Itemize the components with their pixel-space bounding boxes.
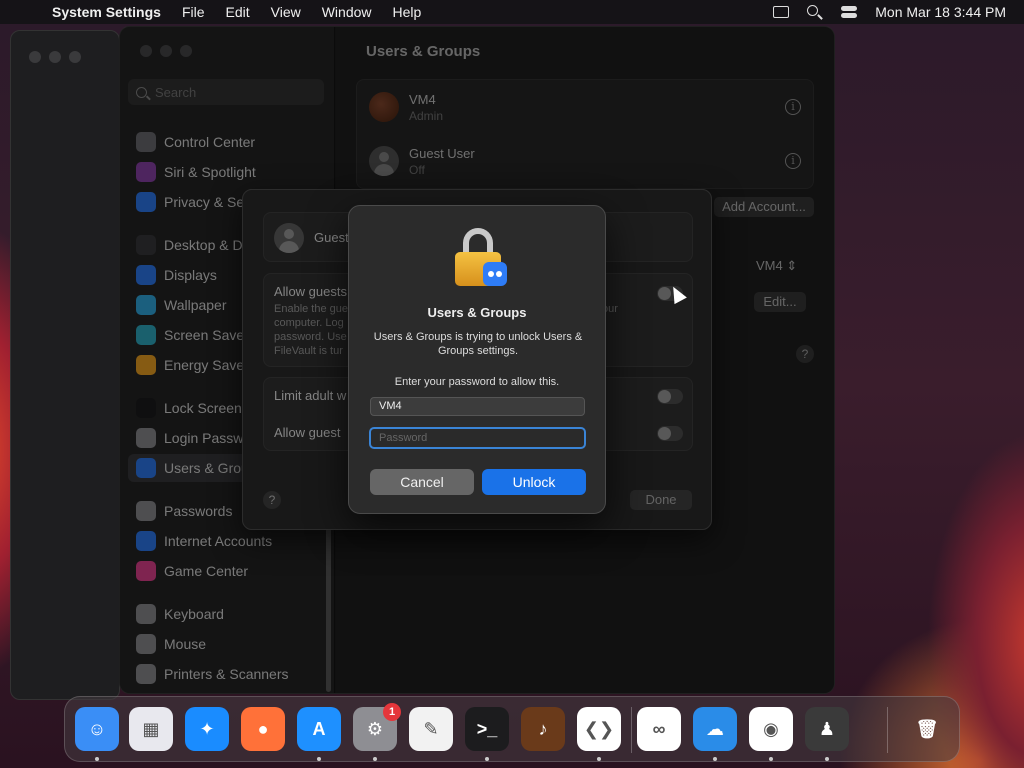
lock-icon [455,228,507,286]
butler-icon[interactable]: ♟ [805,707,849,751]
gear-icon[interactable]: ⚙ 1 [353,703,401,751]
cancel-button[interactable]: Cancel [370,469,474,495]
menu-clock[interactable]: Mon Mar 18 3:44 PM [875,4,1006,20]
menu-help[interactable]: Help [393,4,422,20]
cloud-icon[interactable]: ☁ [693,707,737,751]
terminal-icon[interactable]: >_ [465,707,509,751]
app-store-icon[interactable]: A [297,707,341,751]
password-field[interactable] [369,427,586,449]
control-center-icon[interactable] [841,5,858,19]
running-indicator [769,757,773,761]
vscode-icon[interactable]: ❮❯ [577,707,621,751]
running-indicator [485,757,489,761]
close-icon [29,51,41,63]
running-indicator [713,757,717,761]
menu-window[interactable]: Window [322,4,372,20]
firefox-icon[interactable]: ● [241,707,285,751]
running-indicator [95,757,99,761]
textedit-icon[interactable]: ✎ [409,707,453,751]
running-indicator [317,757,321,761]
trash-icon[interactable]: 🗑 [905,707,949,751]
app-menu[interactable]: System Settings [52,4,161,20]
username-field[interactable]: VM4 [370,397,585,416]
safari-icon[interactable]: ✦ [185,707,229,751]
spotlight-search-icon[interactable] [807,5,823,19]
finder-icon[interactable]: ☺ [75,707,119,751]
dialog-message: Users & Groups is trying to unlock Users… [373,331,583,357]
dock-separator [631,707,632,753]
background-window [10,30,120,700]
dialog-title: Users & Groups [427,305,527,320]
dock-separator [887,707,888,753]
menu-file[interactable]: File [182,4,205,20]
notification-badge: 1 [383,703,401,721]
dock: ☺ ▦ ✦ ● A ⚙ 1 ✎ >_ ♪ ❮❯ ∞ ☁ ◉ ♟ 🗑 [64,696,960,762]
users-badge-icon [483,262,507,286]
running-indicator [825,757,829,761]
running-indicator [597,757,601,761]
menu-edit[interactable]: Edit [226,4,250,20]
visual-studio-icon[interactable]: ∞ [637,707,681,751]
screen-mirroring-icon[interactable] [773,6,790,18]
menu-bar: System Settings File Edit View Window He… [0,0,1024,24]
unlock-button[interactable]: Unlock [482,469,586,495]
launchpad-icon[interactable]: ▦ [129,707,173,751]
minimize-icon [49,51,61,63]
chrome-icon[interactable]: ◉ [749,707,793,751]
running-indicator [373,757,377,761]
auth-dialog: Users & Groups Users & Groups is trying … [348,205,606,514]
guitar-icon[interactable]: ♪ [521,707,565,751]
dialog-prompt: Enter your password to allow this. [394,376,560,388]
zoom-icon [69,51,81,63]
menu-view[interactable]: View [271,4,301,20]
